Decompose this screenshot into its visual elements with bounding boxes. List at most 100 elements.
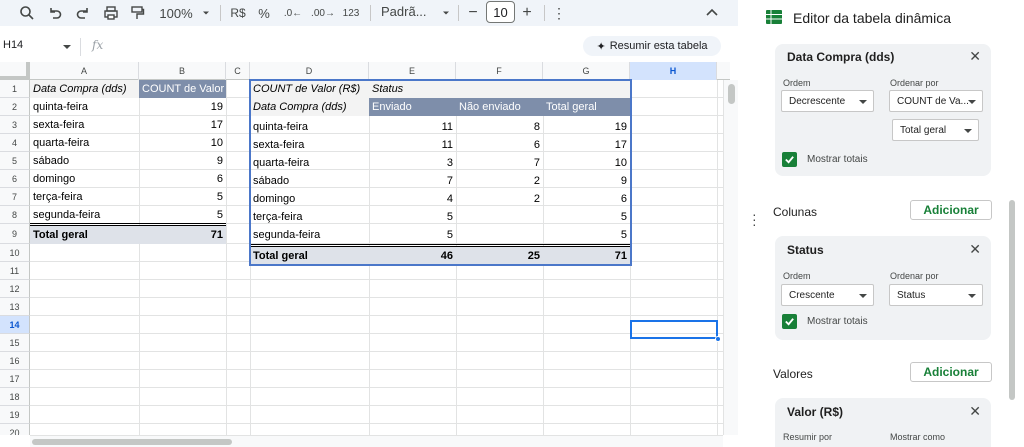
row-header[interactable]: 20 [0, 424, 30, 435]
sort-by-select[interactable]: Status [889, 284, 983, 306]
column-header[interactable]: G [543, 62, 630, 80]
order-label: Ordem [783, 271, 811, 281]
pivot1-row-label[interactable]: quarta-feira [30, 134, 139, 152]
redo-icon[interactable] [74, 3, 92, 23]
order-select[interactable]: Decrescente [781, 90, 874, 112]
pivot1-row-label[interactable]: domingo [30, 170, 139, 188]
pivot1-row-label[interactable]: terça-feira [30, 188, 139, 206]
pivot1-row-value[interactable]: 10 [139, 134, 226, 152]
row-header[interactable]: 6 [0, 170, 30, 188]
search-icon[interactable] [18, 3, 36, 23]
row-header[interactable]: 9 [0, 224, 30, 244]
chevron-down-icon[interactable] [63, 45, 71, 49]
pivot1-header-value[interactable]: COUNT de Valor [139, 80, 226, 98]
columns-section-title: Colunas [773, 205, 818, 219]
pivot1-row-value[interactable]: 6 [139, 170, 226, 188]
summarize-table-button[interactable]: ✦ Resumir esta tabela [583, 36, 721, 56]
pivot1-row-value[interactable]: 19 [139, 98, 226, 116]
paint-format-icon[interactable] [128, 3, 146, 23]
close-icon[interactable]: ✕ [969, 48, 981, 65]
column-header-selected[interactable]: H [630, 62, 717, 80]
more-options-icon[interactable]: ⋮ [552, 3, 566, 23]
row-header[interactable]: 16 [0, 352, 30, 370]
pivot1-row-label[interactable]: sexta-feira [30, 116, 139, 134]
percent-format-button[interactable]: % [256, 3, 272, 23]
currency-format-button[interactable]: R$ [228, 3, 248, 23]
column-header[interactable]: A [30, 62, 139, 80]
row-header[interactable]: 4 [0, 134, 30, 152]
pivot1-row-value[interactable]: 17 [139, 116, 226, 134]
column-header[interactable]: B [139, 62, 226, 80]
print-icon[interactable] [102, 3, 120, 23]
scroll-thumb[interactable] [728, 84, 735, 104]
pivot1-row-value[interactable]: 9 [139, 152, 226, 170]
name-box[interactable]: H14 [3, 39, 23, 51]
cell-area[interactable]: Data Compra (dds) COUNT de Valor quinta-… [30, 79, 730, 435]
fill-handle[interactable] [715, 336, 721, 342]
row-header[interactable]: 11 [0, 262, 30, 280]
spreadsheet-grid[interactable]: A B C D E F G H 1 2 3 4 5 6 7 8 9 10 11 … [0, 62, 730, 435]
pivot1-row-value[interactable]: 5 [139, 188, 226, 206]
horizontal-scrollbar[interactable] [30, 435, 723, 447]
close-icon[interactable]: ✕ [969, 241, 981, 258]
order-label: Ordem [783, 78, 811, 88]
row-header[interactable]: 8 [0, 206, 30, 224]
pivot1-row-label[interactable]: sábado [30, 152, 139, 170]
row-header[interactable]: 19 [0, 406, 30, 424]
row-header[interactable]: 10 [0, 244, 30, 262]
show-totals-checkbox[interactable] [782, 314, 797, 329]
row-header[interactable]: 12 [0, 280, 30, 298]
vertical-scrollbar[interactable] [723, 80, 738, 435]
column-header[interactable]: F [456, 62, 543, 80]
row-header[interactable]: 1 [0, 80, 30, 98]
decrease-font-size-button[interactable]: − [466, 3, 480, 23]
row-header[interactable]: 17 [0, 370, 30, 388]
row-header[interactable]: 2 [0, 98, 30, 116]
chevron-down-icon [859, 294, 867, 298]
sort-by-select[interactable]: COUNT de Va... [889, 90, 983, 112]
more-formats-button[interactable]: 123 [340, 3, 362, 23]
column-header[interactable]: E [369, 62, 456, 80]
row-header[interactable]: 13 [0, 298, 30, 316]
add-column-button[interactable]: Adicionar [910, 200, 992, 220]
drag-handle-icon[interactable]: · · · [752, 207, 757, 231]
check-icon [785, 156, 794, 164]
font-select[interactable]: Padrã... [381, 4, 427, 19]
show-totals-label: Mostrar totais [807, 154, 868, 165]
column-header[interactable]: C [226, 62, 250, 80]
pivot1-row-label[interactable]: quinta-feira [30, 98, 139, 116]
undo-icon[interactable] [46, 3, 64, 23]
close-icon[interactable]: ✕ [969, 403, 981, 420]
decrease-decimal-button[interactable]: .0← [282, 3, 304, 23]
scroll-thumb[interactable] [32, 439, 232, 445]
zoom-select[interactable]: 100% [157, 3, 195, 23]
column-header[interactable]: D [250, 62, 369, 80]
selected-cell[interactable] [630, 320, 718, 339]
increase-decimal-button[interactable]: .00→ [310, 3, 336, 23]
show-totals-checkbox[interactable] [782, 152, 797, 167]
row-header[interactable]: 5 [0, 152, 30, 170]
row-header[interactable]: 18 [0, 388, 30, 406]
chevron-down-icon[interactable] [440, 3, 452, 23]
order-select[interactable]: Crescente [781, 284, 874, 306]
pivot1-row-value[interactable]: 5 [139, 206, 226, 224]
row-header-selected[interactable]: 14 [0, 316, 30, 334]
panel-scrollbar[interactable] [1009, 200, 1015, 400]
select-all-corner[interactable] [0, 62, 30, 80]
row-header[interactable]: 15 [0, 334, 30, 352]
row-header[interactable]: 7 [0, 188, 30, 206]
pivot1-total-label[interactable]: Total geral [30, 226, 139, 244]
add-value-button[interactable]: Adicionar [910, 362, 992, 382]
check-icon [785, 318, 794, 326]
pivot1-row-label[interactable]: segunda-feira [30, 206, 139, 224]
row-header[interactable]: 3 [0, 116, 30, 134]
sort-by-sub-select[interactable]: Total geral [892, 119, 979, 141]
columns-field-title: Status [787, 243, 824, 257]
pivot1-header-label[interactable]: Data Compra (dds) [30, 80, 139, 98]
font-size-input[interactable]: 10 [486, 1, 515, 23]
pivot1-total-value[interactable]: 71 [139, 226, 226, 244]
increase-font-size-button[interactable]: + [520, 3, 534, 23]
chevron-down-icon[interactable] [200, 3, 212, 23]
collapse-toolbar-icon[interactable] [704, 3, 720, 23]
values-section-title: Valores [773, 367, 813, 381]
